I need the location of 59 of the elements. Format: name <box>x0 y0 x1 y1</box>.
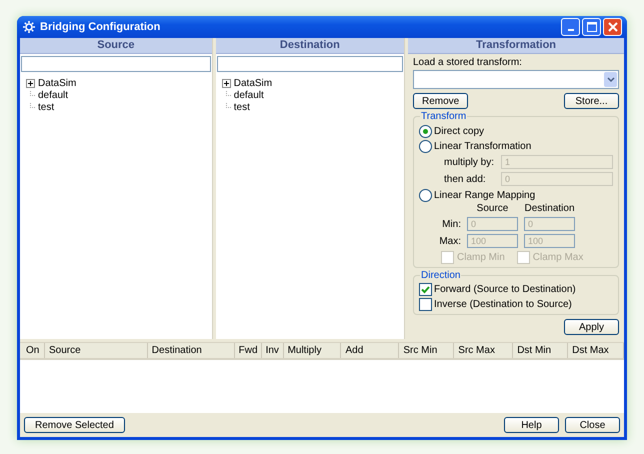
tree-item[interactable]: test <box>38 102 54 112</box>
remove-selected-button[interactable]: Remove Selected <box>24 417 125 433</box>
checkbox-label: Clamp Max <box>532 252 584 263</box>
tree-item[interactable]: DataSim <box>38 78 76 88</box>
checkbox-label: Forward (Source to Destination) <box>434 284 576 295</box>
filter-field[interactable] <box>21 56 211 72</box>
dropdown-button[interactable] <box>604 72 617 87</box>
column-header[interactable]: Src Min <box>399 343 454 358</box>
panel-header: Transformation <box>408 38 624 54</box>
tree-item[interactable]: test <box>234 102 250 112</box>
field-label: then add: <box>443 174 487 184</box>
column-header[interactable]: Dst Max <box>568 343 624 358</box>
panel-header: Destination <box>216 38 404 54</box>
group-legend: Transform <box>420 111 468 122</box>
checkbox[interactable] <box>419 298 432 311</box>
filter-field[interactable] <box>216 56 403 72</box>
column-header[interactable]: On <box>22 343 45 358</box>
column-heading: Source <box>476 203 510 214</box>
group-legend: Direction <box>420 270 462 281</box>
tree-item[interactable]: DataSim <box>234 78 272 88</box>
radio-label: Linear Range Mapping <box>434 190 536 201</box>
column-header[interactable]: Source <box>44 343 148 358</box>
radio-label: Direct copy <box>434 126 484 137</box>
help-button[interactable]: Help <box>504 417 559 433</box>
maximize-icon <box>586 22 596 32</box>
apply-button[interactable]: Apply <box>564 319 619 335</box>
field-label: Load a stored transform: <box>413 57 523 68</box>
column-header[interactable]: Fwd <box>234 343 262 358</box>
chevron-down-icon <box>606 76 614 82</box>
panel-header: Source <box>20 38 212 54</box>
remove-button[interactable]: Remove <box>413 93 468 109</box>
radio-label: Linear Transformation <box>434 141 532 152</box>
field-label: multiply by: <box>443 156 496 168</box>
minimize-icon <box>568 29 574 31</box>
minimize-button[interactable] <box>561 18 580 36</box>
column-header[interactable]: Src Max <box>454 343 514 358</box>
column-header[interactable]: Inv <box>262 343 284 358</box>
column-header[interactable]: Destination <box>148 343 235 358</box>
expand-icon[interactable] <box>222 78 231 88</box>
close-button[interactable] <box>603 18 622 36</box>
tree-item[interactable]: default <box>234 90 264 100</box>
window-title: Bridging Configuration <box>40 21 160 33</box>
gear-icon <box>22 20 36 34</box>
checkbox-label: Inverse (Destination to Source) <box>434 299 572 310</box>
field-label: Max: <box>438 236 461 246</box>
close-dialog-button[interactable]: Close <box>565 417 620 433</box>
transform-dropdown[interactable] <box>413 70 619 89</box>
column-header[interactable]: Add <box>341 343 400 358</box>
column-heading: Destination <box>524 203 575 214</box>
tree-item[interactable]: default <box>38 90 68 100</box>
checkbox[interactable] <box>419 283 432 296</box>
column-header[interactable]: Multiply <box>284 343 342 358</box>
column-header[interactable]: Dst Min <box>513 343 568 358</box>
store-button[interactable]: Store... <box>564 93 619 109</box>
field-label: Min: <box>441 218 461 230</box>
expand-icon[interactable] <box>26 78 35 88</box>
close-icon <box>608 22 618 32</box>
checkbox-label: Clamp Min <box>457 252 505 263</box>
maximize-button[interactable] <box>582 18 601 36</box>
